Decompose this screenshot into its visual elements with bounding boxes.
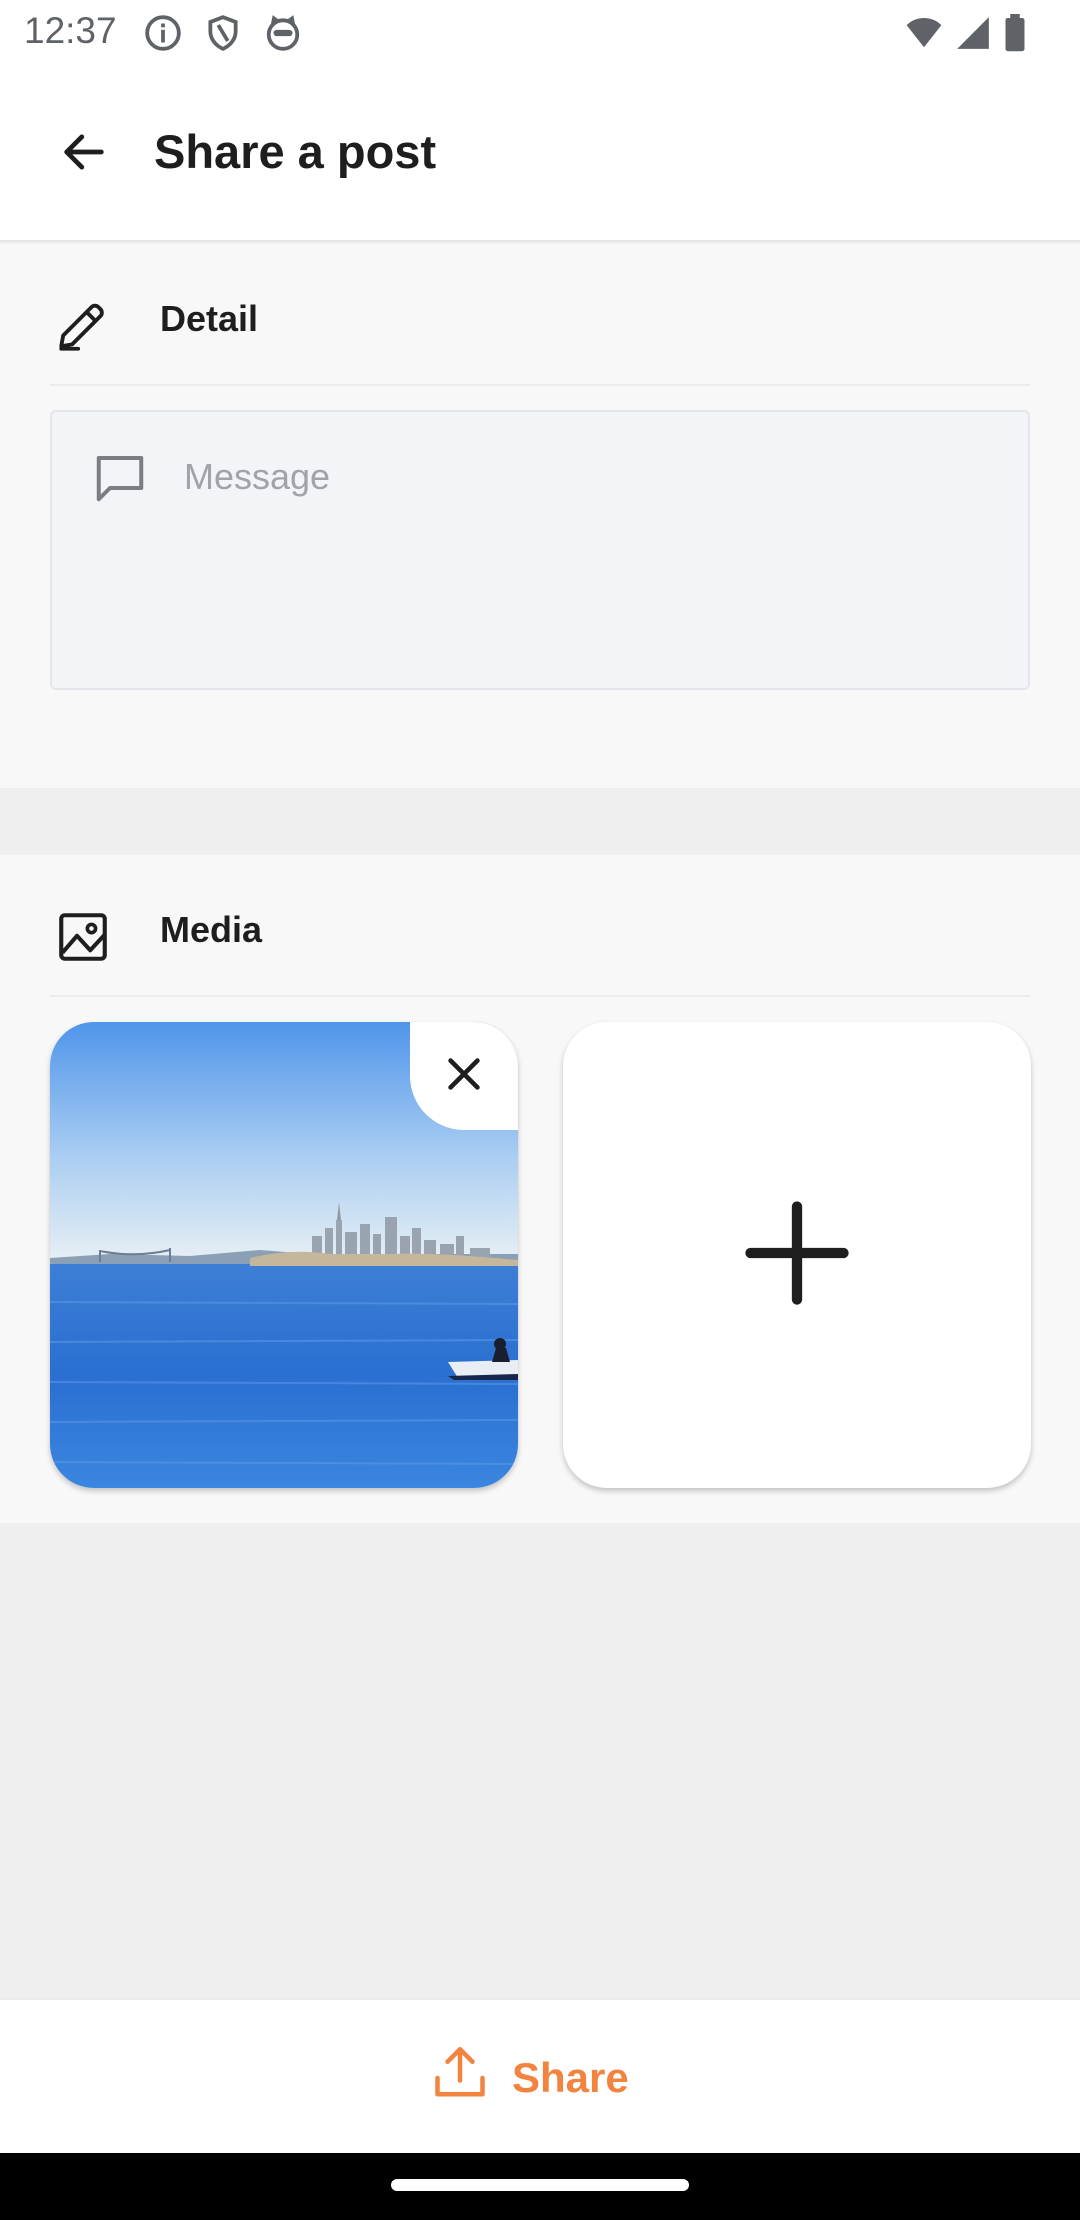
wifi-icon xyxy=(904,14,944,52)
chat-bubble-icon xyxy=(90,448,150,508)
share-button[interactable]: Share xyxy=(430,2042,629,2114)
image-icon xyxy=(54,908,112,966)
add-media-button[interactable] xyxy=(563,1022,1031,1488)
back-button[interactable] xyxy=(48,118,120,190)
status-right-icons xyxy=(904,14,1028,52)
cell-signal-icon xyxy=(954,14,992,52)
page-title: Share a post xyxy=(154,125,437,178)
media-section: Media xyxy=(0,855,1080,1523)
media-header: Media xyxy=(50,855,1030,997)
arrow-left-icon xyxy=(58,126,110,183)
info-icon xyxy=(144,14,182,52)
detail-title: Detail xyxy=(160,298,259,339)
system-nav-bar xyxy=(0,2153,1080,2220)
status-time: 12:37 xyxy=(24,10,117,51)
close-icon xyxy=(441,1051,487,1102)
cat-face-icon xyxy=(264,14,302,52)
remove-media-button[interactable] xyxy=(410,1022,518,1130)
message-input[interactable] xyxy=(184,452,1004,502)
share-bar: Share xyxy=(0,1998,1080,2153)
detail-header: Detail xyxy=(50,244,1030,386)
status-bar: 12:37 xyxy=(0,0,1080,66)
shield-icon xyxy=(204,14,242,52)
media-photo-tile[interactable] xyxy=(50,1022,518,1488)
detail-section: Detail xyxy=(0,244,1080,788)
status-left-icons xyxy=(144,14,302,52)
app-bar: Share a post xyxy=(0,66,1080,242)
share-label: Share xyxy=(512,2054,629,2101)
battery-icon xyxy=(1002,14,1028,52)
media-grid xyxy=(50,1022,1031,1488)
message-box[interactable] xyxy=(50,410,1030,690)
upload-icon xyxy=(430,2043,490,2113)
pencil-icon xyxy=(54,298,112,356)
media-title: Media xyxy=(160,909,263,950)
home-gesture-handle[interactable] xyxy=(391,2179,689,2191)
plus-icon xyxy=(735,1191,859,1320)
